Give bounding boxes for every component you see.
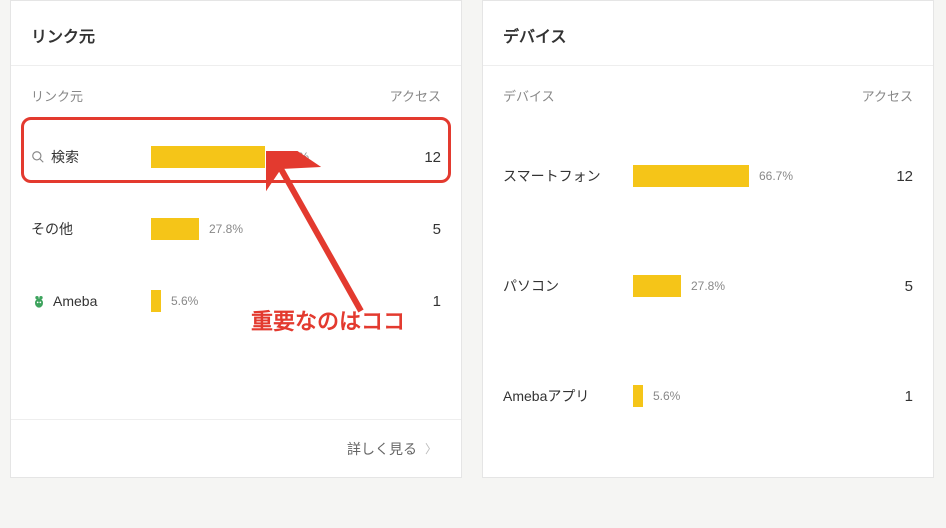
referrer-count: 12 <box>401 149 441 166</box>
device-bar <box>633 385 643 407</box>
device-count: 5 <box>873 278 913 295</box>
referrers-title: リンク元 <box>11 1 461 66</box>
see-more-link[interactable]: 詳しく見る 〉 <box>11 419 461 477</box>
device-label: Amebaアプリ <box>503 386 589 406</box>
referrer-row[interactable]: Ameba 5.6% 1 <box>11 265 461 337</box>
device-percent: 5.6% <box>653 389 680 403</box>
referrers-col-access: アクセス <box>390 86 441 105</box>
referrers-card: リンク元 リンク元 アクセス 検索 66.7% 1 <box>10 0 462 478</box>
referrer-percent: 27.8% <box>209 222 243 236</box>
device-percent: 66.7% <box>759 169 793 183</box>
ameba-icon <box>31 293 47 309</box>
referrer-label: 検索 <box>51 147 79 167</box>
device-label: スマートフォン <box>503 166 601 186</box>
chevron-right-icon: 〉 <box>425 440 437 457</box>
referrers-rows: 検索 66.7% 12 その他 27.8% 5 <box>11 121 461 337</box>
referrer-bar <box>151 146 265 168</box>
referrer-label: その他 <box>31 219 73 239</box>
referrers-col-headers: リンク元 アクセス <box>11 66 461 121</box>
search-icon <box>31 150 45 164</box>
devices-rows: スマートフォン 66.7% 12 パソコン 27.8% 5 Amebaアプリ <box>483 121 933 451</box>
devices-col-label: デバイス <box>503 86 555 105</box>
referrer-bar <box>151 218 199 240</box>
referrers-col-label: リンク元 <box>31 86 83 105</box>
referrer-row[interactable]: 検索 66.7% 12 <box>11 121 461 193</box>
devices-col-access: アクセス <box>862 86 913 105</box>
referrer-percent: 5.6% <box>171 294 198 308</box>
device-row[interactable]: Amebaアプリ 5.6% 1 <box>483 341 933 451</box>
referrer-row[interactable]: その他 27.8% 5 <box>11 193 461 265</box>
see-more-label: 詳しく見る <box>347 439 417 459</box>
referrer-count: 1 <box>401 293 441 310</box>
referrer-label: Ameba <box>53 293 97 309</box>
device-row[interactable]: スマートフォン 66.7% 12 <box>483 121 933 231</box>
referrer-count: 5 <box>401 221 441 238</box>
device-row[interactable]: パソコン 27.8% 5 <box>483 231 933 341</box>
device-count: 1 <box>873 388 913 405</box>
devices-title: デバイス <box>483 1 933 66</box>
device-label: パソコン <box>503 276 559 296</box>
devices-card: デバイス デバイス アクセス スマートフォン 66.7% 12 パソコン 27.… <box>482 0 934 478</box>
device-bar <box>633 275 681 297</box>
referrer-bar <box>151 290 161 312</box>
devices-col-headers: デバイス アクセス <box>483 66 933 121</box>
device-count: 12 <box>873 168 913 185</box>
device-bar <box>633 165 749 187</box>
referrer-percent: 66.7% <box>275 150 309 164</box>
device-percent: 27.8% <box>691 279 725 293</box>
